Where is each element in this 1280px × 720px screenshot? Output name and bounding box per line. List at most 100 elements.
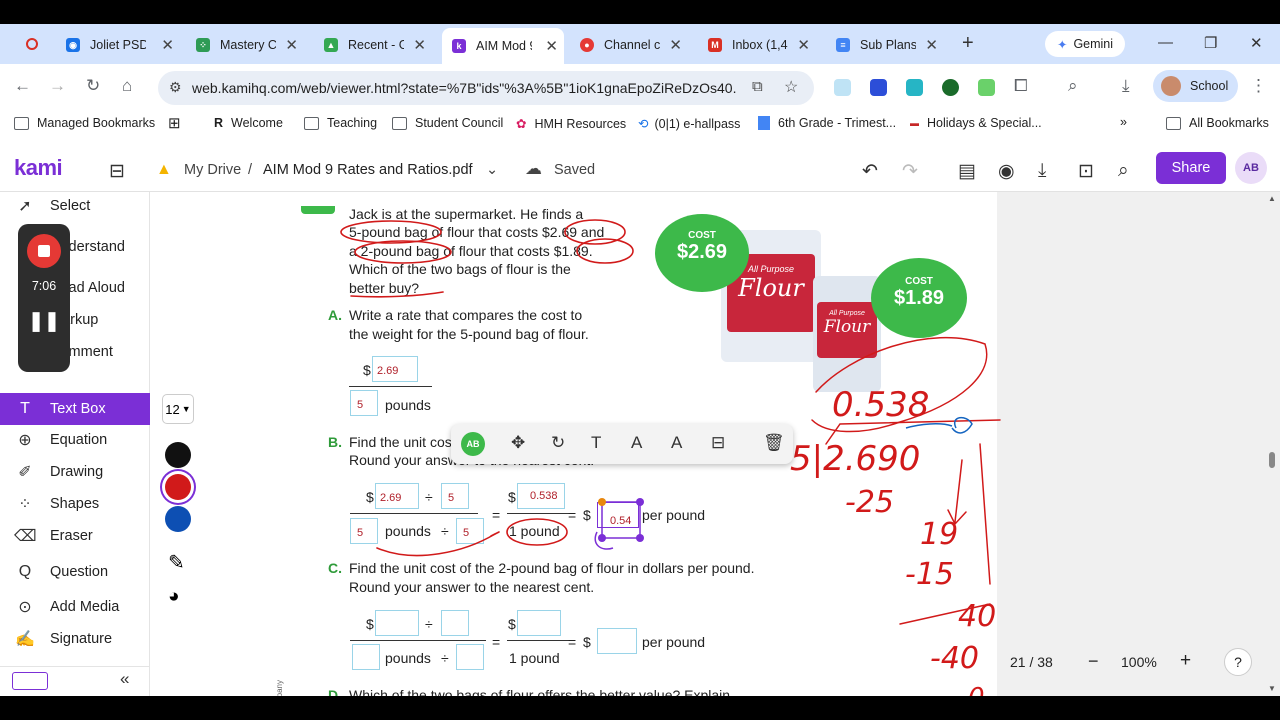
bookmark-6th-grade[interactable]: 6th Grade - Trimest...: [758, 116, 896, 130]
close-icon[interactable]: ✕: [413, 36, 426, 54]
tool-equation[interactable]: ⊕ Equation: [0, 425, 150, 455]
tool-select[interactable]: ➚ Select: [0, 191, 150, 221]
tab-channel[interactable]: ●Channel cc✕: [580, 30, 682, 60]
rotate-icon[interactable]: ↻: [551, 433, 565, 453]
extension-icon[interactable]: [834, 79, 851, 96]
extension-icon[interactable]: [978, 79, 995, 96]
close-icon[interactable]: ✕: [545, 37, 558, 55]
kami-logo[interactable]: kami: [14, 155, 63, 181]
bookmark-student-council[interactable]: Student Council: [392, 116, 503, 130]
answer-box-c-res[interactable]: [517, 610, 561, 636]
bookmark-welcome[interactable]: R Welcome: [214, 116, 283, 130]
tool-eraser[interactable]: ⌫ Eraser: [0, 521, 150, 551]
tab-joliet[interactable]: ◉ Joliet PSD ✕: [66, 30, 174, 60]
bookmark-hmh[interactable]: ✿ HMH Resources: [516, 116, 626, 132]
vertical-scrollbar[interactable]: ▲ ▼: [1268, 192, 1276, 696]
answer-box-c-final[interactable]: [597, 628, 637, 654]
tab-subplans[interactable]: ≡ Sub Plans ✕: [836, 30, 938, 60]
answer-box-b-res[interactable]: 0.538: [517, 483, 565, 509]
cast-icon[interactable]: ⧉: [752, 78, 763, 95]
close-icon[interactable]: ✕: [285, 36, 298, 54]
tab-recent[interactable]: ▲ Recent - G ✕: [324, 30, 426, 60]
tab-inbox[interactable]: M Inbox (1,4 ✕: [708, 30, 810, 60]
scroll-up-icon[interactable]: ▲: [1268, 194, 1276, 203]
menu-icon[interactable]: ⋮: [1250, 76, 1267, 96]
redo-icon[interactable]: ↷: [902, 160, 918, 183]
forward-icon[interactable]: →: [49, 76, 66, 96]
answer-box-a-den[interactable]: 5: [350, 390, 378, 416]
archive-icon[interactable]: ⊟: [109, 160, 125, 183]
collapse-panel-icon[interactable]: «: [120, 669, 129, 689]
back-icon[interactable]: ←: [14, 76, 31, 96]
tool-text-box[interactable]: T Text Box: [0, 393, 150, 425]
answer-box-c-d1[interactable]: [441, 610, 469, 636]
tab-mastery[interactable]: ⁘ Mastery C ✕: [196, 30, 298, 60]
annotation-author-avatar[interactable]: AB: [461, 432, 485, 456]
panel-layout-icon[interactable]: [12, 672, 48, 690]
tab-aim-mod[interactable]: k AIM Mod 9 ✕: [442, 28, 564, 64]
home-icon[interactable]: ⌂: [122, 76, 132, 96]
answer-box-c-d3[interactable]: [456, 644, 484, 670]
zoom-level[interactable]: 100%: [1121, 654, 1157, 670]
trash-icon[interactable]: 🗑: [763, 433, 785, 453]
answer-box-b-d1[interactable]: 5: [441, 483, 469, 509]
tab-search-icon[interactable]: ⌕: [1068, 76, 1078, 96]
bookmark-star-icon[interactable]: ☆: [784, 77, 798, 97]
address-bar[interactable]: ⚙ web.kamihq.com/web/viewer.html?state=%…: [158, 71, 814, 105]
bookmark-ehallpass[interactable]: ⟲ (0|1) e-hallpass: [638, 116, 740, 132]
extension-icon[interactable]: [906, 79, 923, 96]
answer-box-b-final[interactable]: 0.54: [597, 502, 639, 528]
bookmark-teaching[interactable]: Teaching: [304, 116, 377, 130]
close-window-icon[interactable]: ✕: [1250, 34, 1263, 52]
site-info-icon[interactable]: ⚙: [169, 79, 182, 96]
scrollbar-thumb[interactable]: [1269, 452, 1275, 468]
tool-shapes[interactable]: ⁘ Shapes: [0, 489, 150, 519]
download-icon[interactable]: ⤓: [1038, 160, 1046, 182]
tool-question[interactable]: Q Question: [0, 557, 150, 587]
extension-icon[interactable]: [942, 79, 959, 96]
undo-icon[interactable]: ↶: [862, 160, 878, 183]
font-icon[interactable]: A: [671, 433, 682, 453]
tool-drawing[interactable]: ✐ Drawing: [0, 457, 150, 487]
pen-icon[interactable]: ✎: [168, 550, 185, 575]
extensions-puzzle-icon[interactable]: ⧠: [1014, 76, 1028, 96]
url-text[interactable]: web.kamihq.com/web/viewer.html?state=%7B…: [192, 80, 737, 96]
breadcrumb-drive[interactable]: My Drive: [184, 162, 241, 178]
page-indicator[interactable]: 21 / 38: [1010, 654, 1053, 670]
answer-box-b-n1[interactable]: 2.69: [375, 483, 419, 509]
help-button[interactable]: ?: [1224, 648, 1252, 676]
bookmark-holidays[interactable]: ▬ Holidays & Special...: [910, 116, 1042, 130]
bookmark-all[interactable]: All Bookmarks: [1166, 116, 1269, 130]
answer-box-c-n1[interactable]: [375, 610, 419, 636]
chevron-down-icon[interactable]: ⌄: [486, 162, 498, 178]
move-icon[interactable]: ✥: [511, 433, 525, 453]
close-icon[interactable]: ✕: [925, 36, 938, 54]
palette-icon[interactable]: ◕: [168, 586, 179, 608]
close-icon[interactable]: ✕: [161, 36, 174, 54]
tool-signature[interactable]: ✍ Signature: [0, 624, 150, 654]
answer-box-b-d3[interactable]: 5: [456, 518, 484, 544]
font-size-select[interactable]: 12 ▼: [162, 394, 194, 424]
archive-icon[interactable]: ⊟: [711, 433, 725, 453]
pause-icon[interactable]: ❚❚: [18, 310, 70, 333]
profile-button[interactable]: School: [1153, 70, 1238, 102]
answer-box-b-d2[interactable]: 5: [350, 518, 378, 544]
color-swatch-blue[interactable]: [165, 506, 191, 532]
stop-recording-button[interactable]: [27, 234, 61, 268]
reload-icon[interactable]: ↻: [86, 76, 100, 96]
user-avatar[interactable]: AB: [1235, 152, 1267, 184]
close-icon[interactable]: ✕: [797, 36, 810, 54]
document-icon[interactable]: ▤: [958, 160, 976, 183]
share-button[interactable]: Share: [1156, 152, 1226, 184]
color-swatch-black[interactable]: [165, 442, 191, 468]
briefcase-icon[interactable]: ⊡: [1078, 160, 1094, 183]
answer-box-a-num[interactable]: 2.69: [372, 356, 418, 382]
more-bookmarks-icon[interactable]: »: [1120, 115, 1127, 129]
download-icon[interactable]: ⤓: [1122, 76, 1130, 96]
file-title[interactable]: AIM Mod 9 Rates and Ratios.pdf: [263, 162, 473, 178]
extension-icon[interactable]: [870, 79, 887, 96]
voice-type-icon[interactable]: A: [631, 433, 642, 453]
search-icon[interactable]: ⌕: [1118, 160, 1129, 182]
gemini-button[interactable]: ✦ Gemini: [1045, 31, 1125, 57]
tool-add-media[interactable]: ⊙ Add Media: [0, 592, 150, 622]
